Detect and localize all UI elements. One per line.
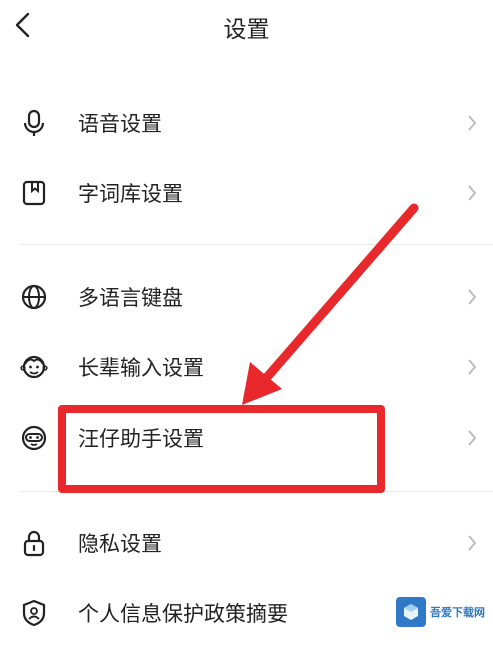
highlight-box <box>58 405 385 493</box>
page-title: 设置 <box>223 17 270 43</box>
row-label: 个人信息保护政策摘要 <box>78 602 288 626</box>
globe-icon <box>20 283 48 311</box>
row-lexicon-settings[interactable]: 字词库设置 <box>0 165 493 221</box>
row-label: 语音设置 <box>78 112 162 136</box>
row-label: 隐私设置 <box>78 532 162 556</box>
bookmark-icon <box>20 179 48 207</box>
chevron-right-icon <box>465 533 479 553</box>
elder-face-icon <box>20 353 48 381</box>
mascot-icon <box>20 424 48 452</box>
watermark-text: 吾爱下载网 <box>430 606 485 619</box>
watermark: 吾爱下载网 <box>396 597 485 627</box>
shield-user-icon <box>20 599 48 627</box>
chevron-right-icon <box>465 183 479 203</box>
header-bar: 设置 <box>0 0 493 56</box>
chevron-right-icon <box>465 428 479 448</box>
chevron-right-icon <box>465 357 479 377</box>
row-elder-input-settings[interactable]: 长辈输入设置 <box>0 339 493 395</box>
row-label: 多语言键盘 <box>78 286 183 310</box>
row-voice-settings[interactable]: 语音设置 <box>0 95 493 151</box>
chevron-right-icon <box>465 113 479 133</box>
row-label: 长辈输入设置 <box>78 356 204 380</box>
watermark-logo-icon <box>396 597 426 627</box>
row-privacy-settings[interactable]: 隐私设置 <box>0 515 493 571</box>
row-multilingual-keyboard[interactable]: 多语言键盘 <box>0 269 493 325</box>
divider <box>20 244 493 245</box>
microphone-icon <box>20 109 48 137</box>
chevron-right-icon <box>465 287 479 307</box>
row-label: 字词库设置 <box>78 182 183 206</box>
lock-icon <box>20 529 48 557</box>
